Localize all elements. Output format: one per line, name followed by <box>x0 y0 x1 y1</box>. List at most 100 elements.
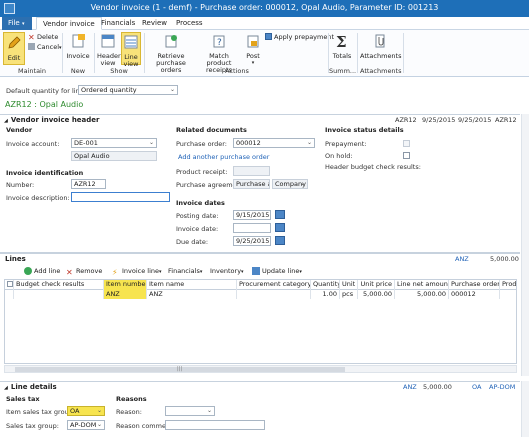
column-unit[interactable]: Unit <box>340 280 358 290</box>
purchase-order-field[interactable]: 000012 ⌄ <box>233 138 315 148</box>
tab-file-label: File <box>8 19 20 27</box>
invoice-description-label: Invoice description: <box>6 194 70 202</box>
delete-icon: ✕ <box>28 33 35 42</box>
column-line-net-amount[interactable]: Line net amount <box>395 280 449 290</box>
tab-vendor-invoice[interactable]: Vendor invoice <box>36 17 102 30</box>
update-line-menu[interactable]: Update line▾ <box>252 267 302 275</box>
calendar-icon[interactable] <box>275 223 285 232</box>
item-sales-tax-group-select[interactable]: OA ⌄ <box>67 406 105 416</box>
apply-prepayment-button[interactable]: Apply prepayment <box>265 33 334 42</box>
record-breadcrumb: AZR12 : Opal Audio <box>5 100 84 109</box>
invoice-lines-grid: Budget check results Item number Item na… <box>4 279 517 364</box>
cell-procurement-category[interactable] <box>237 290 311 299</box>
invoice-number-field[interactable]: AZR12 <box>71 179 106 189</box>
sales-tax-group-value: AP-DOM <box>70 421 97 429</box>
cell-item-name[interactable]: ANZ <box>147 290 237 299</box>
tab-file[interactable]: File ▾ <box>2 17 32 30</box>
group-separator <box>144 33 145 73</box>
line-view-label: Line view <box>123 53 139 68</box>
vendor-name-field: Opal Audio <box>71 151 157 161</box>
chevron-down-icon: ▾ <box>159 269 162 275</box>
default-quantity-select[interactable]: Ordered quantity ⌄ <box>78 85 178 95</box>
cell-unit[interactable]: pcs <box>340 290 358 299</box>
svg-text:Σ: Σ <box>336 33 347 49</box>
svg-text:?: ? <box>217 38 222 48</box>
due-date-field[interactable]: 9/25/2015 <box>233 236 271 246</box>
cell-line-net-amount[interactable]: 5,000.00 <box>395 290 449 299</box>
invoice-line-label: Invoice line <box>122 267 160 275</box>
product-receipt-label: Product receipt: <box>176 168 228 176</box>
reason-select[interactable]: ⌄ <box>165 406 215 416</box>
column-product[interactable]: Produ <box>500 280 516 290</box>
invoice-line-menu[interactable]: ⚡ Invoice line▾ <box>112 267 162 277</box>
tab-financials[interactable]: Financials <box>95 17 141 30</box>
edit-button[interactable]: Edit <box>3 32 25 65</box>
column-unit-price[interactable]: Unit price <box>358 280 395 290</box>
financials-menu[interactable]: Financials▾ <box>168 267 202 275</box>
update-line-icon <box>252 267 260 275</box>
on-hold-label: On hold: <box>325 152 353 160</box>
chevron-down-icon: ▾ <box>299 269 302 275</box>
remove-button[interactable]: ✕ Remove <box>66 267 102 277</box>
header-view-button[interactable]: Header view <box>97 33 121 67</box>
line-view-icon <box>124 35 138 49</box>
invoice-description-field[interactable] <box>71 192 170 202</box>
grid-horizontal-scrollbar[interactable]: ||| <box>4 365 517 373</box>
line-details-section[interactable]: ◢ Line details ANZ 5,000.00 OA AP-DOM <box>0 381 520 392</box>
add-another-purchase-order-link[interactable]: Add another purchase order <box>178 153 269 161</box>
calendar-icon[interactable] <box>275 236 285 245</box>
row-checkbox-cell[interactable] <box>5 290 14 299</box>
add-line-button[interactable]: Add line <box>24 267 60 275</box>
cancel-button[interactable]: Cancel▾ <box>28 43 62 52</box>
invoice-date-field[interactable] <box>233 223 271 233</box>
line-view-button[interactable]: Line view <box>121 32 141 68</box>
delete-label: Delete <box>37 33 59 41</box>
details-vertical-scrollbar[interactable] <box>521 381 529 437</box>
invoice-account-field[interactable]: DE-001 ⌄ <box>71 138 157 148</box>
invoice-status-heading: Invoice status details <box>325 126 404 134</box>
tab-process[interactable]: Process <box>170 17 209 30</box>
vendor-invoice-header-section[interactable]: ◢ Vendor invoice header AZR12 9/25/2015 9… <box>0 114 520 125</box>
lines-vertical-scrollbar[interactable] <box>521 250 529 376</box>
attachments-button[interactable]: Attachments <box>360 33 402 60</box>
invoice-identification-heading: Invoice identification <box>6 169 84 177</box>
select-all-checkbox-cell[interactable] <box>5 280 14 290</box>
table-row[interactable]: ANZ ANZ 1.00 pcs 5,000.00 5,000.00 00001… <box>5 290 516 299</box>
column-procurement-category[interactable]: Procurement category <box>237 280 311 290</box>
column-budget-check-results[interactable]: Budget check results <box>14 280 104 290</box>
header-vertical-scrollbar[interactable] <box>521 114 529 250</box>
totals-button[interactable]: Σ Totals <box>331 33 353 60</box>
column-purchase-order[interactable]: Purchase order <box>449 280 500 290</box>
delete-button[interactable]: ✕ Delete <box>28 33 58 42</box>
invoice-button[interactable]: Invoice <box>66 33 90 60</box>
select-all-checkbox[interactable] <box>7 281 13 287</box>
group-label-actions: Actions <box>225 67 249 75</box>
related-documents-heading: Related documents <box>176 126 247 134</box>
cell-purchase-order[interactable]: 000012 <box>449 290 500 299</box>
lines-section[interactable]: Lines ANZ 5,000.00 <box>0 252 520 263</box>
sales-tax-group-select[interactable]: AP-DOM ⌄ <box>67 420 105 430</box>
inventory-menu[interactable]: Inventory▾ <box>210 267 244 275</box>
cell-item-number[interactable]: ANZ <box>104 290 147 299</box>
group-separator <box>403 33 404 73</box>
posting-date-field[interactable]: 9/15/2015 <box>233 210 271 220</box>
summary-item-tax-group: OA <box>472 383 482 391</box>
calendar-icon[interactable] <box>275 210 285 219</box>
reason-comment-field[interactable] <box>165 420 265 430</box>
chevron-down-icon: ▾ <box>199 269 203 275</box>
cancel-label: Cancel <box>37 43 60 51</box>
cell-quantity[interactable]: 1.00 <box>311 290 340 299</box>
on-hold-checkbox[interactable] <box>403 152 410 159</box>
tab-review[interactable]: Review <box>136 17 173 30</box>
cell-unit-price[interactable]: 5,000.00 <box>358 290 395 299</box>
number-label: Number: <box>6 181 35 189</box>
column-quantity[interactable]: Quantity <box>311 280 340 290</box>
summary-date-1: 9/25/2015 <box>422 116 456 124</box>
column-item-name[interactable]: Item name <box>147 280 237 290</box>
column-item-number[interactable]: Item number <box>104 280 147 290</box>
post-button[interactable]: Post ▾ <box>243 33 263 67</box>
cell-product[interactable] <box>500 290 516 299</box>
prepayment-icon <box>265 33 272 40</box>
purchase-order-value: 000012 <box>236 139 261 147</box>
post-icon <box>247 35 259 48</box>
